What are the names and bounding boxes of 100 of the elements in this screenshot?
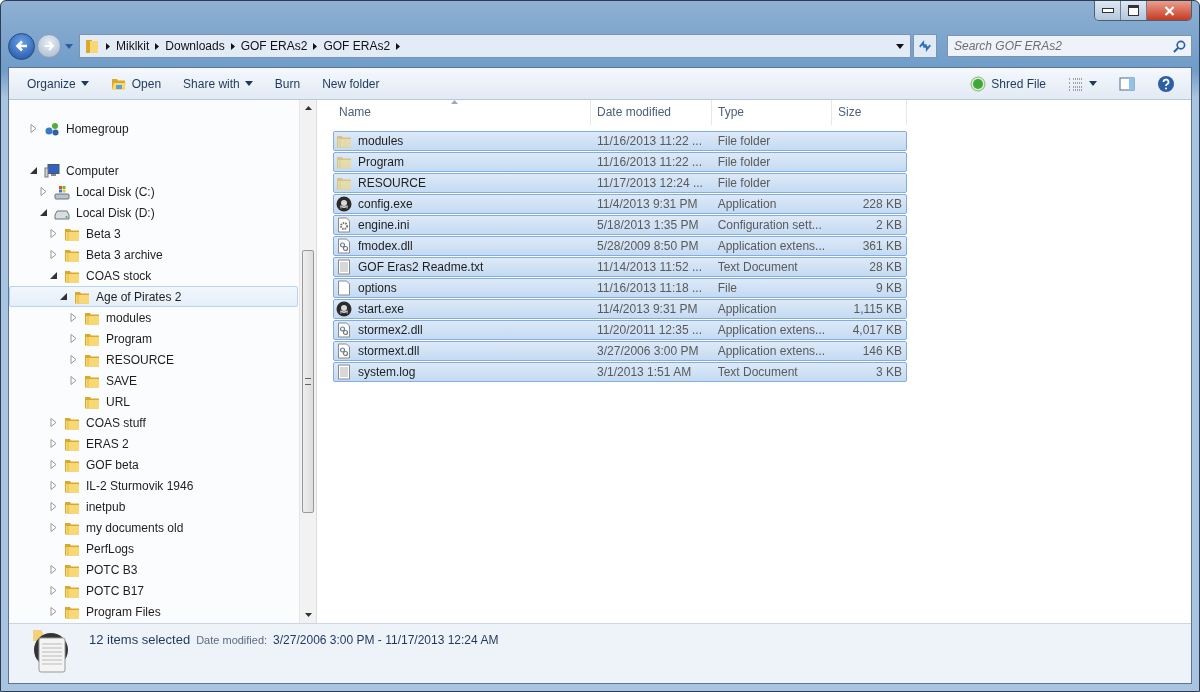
tree-item[interactable]: RESOURCE bbox=[9, 349, 298, 370]
collapsed-arrow-icon[interactable] bbox=[50, 502, 57, 511]
minimize-button[interactable] bbox=[1095, 1, 1121, 20]
recent-pages-caret-icon[interactable] bbox=[65, 43, 73, 49]
collapsed-arrow-icon[interactable] bbox=[30, 124, 37, 133]
table-cell-text: 11/4/2013 9:31 PM bbox=[596, 197, 699, 211]
breadcrumb-arrow-icon[interactable] bbox=[230, 42, 235, 50]
table-cell-text: 3/1/2013 1:51 AM bbox=[596, 365, 693, 379]
tree-item[interactable]: Program bbox=[9, 328, 298, 349]
table-cell-text: 11/4/2013 9:31 PM bbox=[596, 302, 699, 316]
collapsed-arrow-icon[interactable] bbox=[50, 586, 57, 595]
file-row[interactable]: options 11/16/2013 11:18 ... File 9 KB bbox=[333, 278, 907, 298]
close-button[interactable] bbox=[1147, 1, 1191, 20]
tree-item[interactable]: my documents old bbox=[9, 517, 298, 538]
collapsed-arrow-icon[interactable] bbox=[50, 481, 57, 490]
expanded-arrow-icon[interactable] bbox=[30, 167, 37, 174]
caret-icon[interactable] bbox=[896, 43, 904, 49]
file-row[interactable]: stormext.dll 3/27/2006 3:00 PM Application extens... 146 KB bbox=[333, 341, 907, 361]
tree-item[interactable]: URL bbox=[9, 391, 298, 412]
expanded-arrow-icon[interactable] bbox=[40, 209, 47, 216]
file-row[interactable]: GOF Eras2 Readme.txt 11/14/2013 11:52 ... Text Document 28 KB bbox=[333, 257, 907, 277]
tree-item[interactable]: Beta 3 bbox=[9, 223, 298, 244]
file-name: stormext.dll bbox=[358, 344, 420, 358]
toolbar-button[interactable]: New folder bbox=[314, 73, 388, 94]
expanded-arrow-icon[interactable] bbox=[50, 272, 57, 279]
table-cell-text: Application extens... bbox=[716, 239, 827, 253]
file-row[interactable]: engine.ini 5/18/2013 1:35 PM Configuration sett... 2 KB bbox=[333, 215, 907, 235]
back-button[interactable] bbox=[8, 32, 35, 60]
computer-icon bbox=[44, 162, 60, 179]
collapsed-arrow-icon[interactable] bbox=[50, 229, 57, 238]
scroll-up-icon[interactable] bbox=[304, 106, 312, 110]
breadcrumb-arrow-icon[interactable] bbox=[396, 42, 401, 50]
tree-item[interactable]: ERAS 2 bbox=[9, 433, 298, 454]
collapsed-arrow-icon[interactable] bbox=[50, 439, 57, 448]
breadcrumb[interactable]: Miklkit bbox=[116, 39, 150, 53]
collapsed-arrow-icon[interactable] bbox=[40, 187, 47, 196]
tree-item[interactable]: Local Disk (C:) bbox=[9, 181, 298, 202]
collapsed-arrow-icon[interactable] bbox=[70, 334, 77, 343]
table-cell-text: File bbox=[716, 281, 738, 295]
menu-button[interactable]: Share with bbox=[175, 73, 261, 94]
maximize-button[interactable] bbox=[1121, 1, 1147, 20]
table-cell-text: 11/16/2013 11:18 ... bbox=[596, 281, 704, 295]
toolbar-button[interactable]: Burn bbox=[266, 73, 309, 94]
tree-item[interactable]: PerfLogs bbox=[9, 538, 298, 559]
column-header[interactable]: Date modified bbox=[591, 100, 712, 125]
breadcrumb[interactable]: GOF ERAs2 bbox=[240, 39, 308, 53]
file-row[interactable]: modules 11/16/2013 11:22 ... File folder bbox=[333, 131, 907, 151]
scroll-down-icon[interactable] bbox=[304, 613, 312, 617]
toolbar-button[interactable]: Open bbox=[102, 72, 170, 95]
tree-item[interactable]: modules bbox=[9, 307, 298, 328]
column-header[interactable]: Type bbox=[712, 100, 832, 125]
tree-item[interactable]: Homegroup bbox=[9, 118, 298, 139]
collapsed-arrow-icon[interactable] bbox=[70, 355, 77, 364]
tree-item[interactable]: IL-2 Sturmovik 1946 bbox=[9, 475, 298, 496]
collapsed-arrow-icon[interactable] bbox=[50, 250, 57, 259]
tree-item[interactable]: POTC B17 bbox=[9, 580, 298, 601]
expanded-arrow-icon[interactable] bbox=[60, 293, 67, 300]
tree-item[interactable]: GOF beta bbox=[9, 454, 298, 475]
column-header[interactable]: Size bbox=[832, 100, 907, 125]
tree-item[interactable]: Age of Pirates 2 bbox=[9, 286, 298, 307]
breadcrumb-arrow-icon[interactable] bbox=[106, 42, 110, 50]
collapsed-arrow-icon[interactable] bbox=[50, 565, 57, 574]
tree-item[interactable]: COAS stuff bbox=[9, 412, 298, 433]
search-field[interactable]: Search GOF ERAs2 bbox=[947, 35, 1192, 57]
file-row[interactable]: RESOURCE 11/17/2013 12:24 ... File folder bbox=[333, 173, 907, 193]
scrollbar[interactable] bbox=[299, 100, 316, 623]
file-row[interactable]: config.exe 11/4/2013 9:31 PM Application 228 KB bbox=[333, 194, 907, 214]
breadcrumb-arrow-icon[interactable] bbox=[313, 42, 318, 50]
table-cell-text: 11/14/2013 11:52 ... bbox=[596, 260, 704, 274]
collapsed-arrow-icon[interactable] bbox=[50, 523, 57, 532]
tree-item[interactable]: SAVE bbox=[9, 370, 298, 391]
tree-item[interactable]: inetpub bbox=[9, 496, 298, 517]
table-cell-text: Text Document bbox=[716, 260, 799, 274]
breadcrumb[interactable]: GOF ERAs2 bbox=[323, 39, 391, 53]
caret-icon bbox=[80, 81, 89, 86]
address-bar[interactable]: Miklkit Downloads GOF ERAs2 GOF ERAs2 bbox=[79, 34, 911, 58]
table-cell-text: Application bbox=[716, 197, 778, 211]
file-row[interactable]: fmodex.dll 5/28/2009 8:50 PM Application extens... 361 KB bbox=[333, 236, 907, 256]
tree-item[interactable]: Program Files bbox=[9, 601, 298, 622]
collapsed-arrow-icon[interactable] bbox=[70, 313, 77, 322]
file-row[interactable]: Program 11/16/2013 11:22 ... File folder bbox=[333, 152, 907, 172]
toolbar-button[interactable]: Shred File bbox=[962, 72, 1054, 95]
tree-item[interactable]: POTC B3 bbox=[9, 559, 298, 580]
file-row[interactable]: stormex2.dll 11/20/2011 12:35 ... Application extens... 4,017 KB bbox=[333, 320, 907, 340]
file-row[interactable]: start.exe 11/4/2013 9:31 PM Application 1,115 KB bbox=[333, 299, 907, 319]
collapsed-arrow-icon[interactable] bbox=[50, 460, 57, 469]
breadcrumb-arrow-icon[interactable] bbox=[155, 42, 160, 50]
windows-drive-icon bbox=[54, 183, 70, 200]
tree-item[interactable]: Beta 3 archive bbox=[9, 244, 298, 265]
refresh-button[interactable] bbox=[913, 34, 937, 58]
breadcrumb[interactable]: Downloads bbox=[165, 39, 225, 53]
menu-button[interactable]: Organize bbox=[19, 73, 97, 94]
collapsed-arrow-icon[interactable] bbox=[50, 607, 57, 616]
tree-item[interactable]: Local Disk (D:) bbox=[9, 202, 298, 223]
collapsed-arrow-icon[interactable] bbox=[50, 418, 57, 427]
scrollbar-thumb[interactable] bbox=[302, 250, 314, 513]
tree-item[interactable]: Computer bbox=[9, 160, 298, 181]
collapsed-arrow-icon[interactable] bbox=[70, 376, 77, 385]
file-row[interactable]: system.log 3/1/2013 1:51 AM Text Document 3 KB bbox=[333, 362, 907, 382]
tree-item[interactable]: COAS stock bbox=[9, 265, 298, 286]
